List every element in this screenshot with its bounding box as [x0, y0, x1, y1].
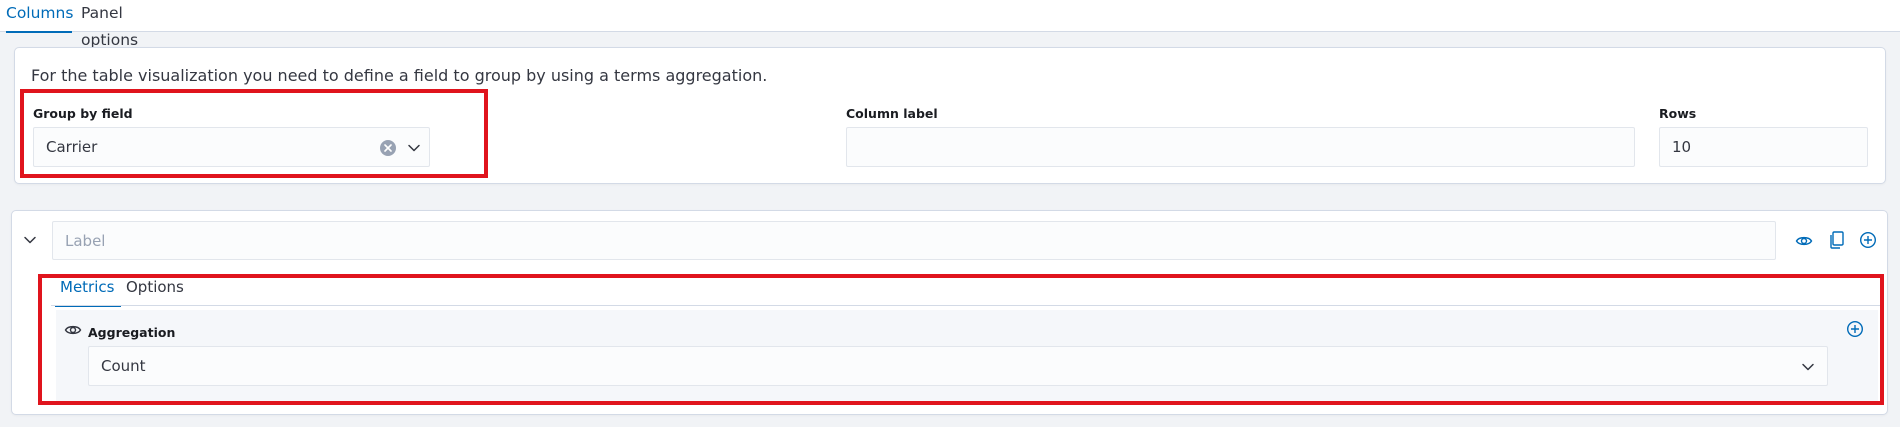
aggregation-select[interactable]: Count	[88, 346, 1828, 386]
column-label-placeholder[interactable]	[65, 231, 1775, 250]
tab-options[interactable]: Options	[126, 276, 184, 306]
clear-icon[interactable]	[380, 140, 396, 156]
help-text: For the table visualization you need to …	[31, 66, 768, 85]
add-aggregation-icon[interactable]	[1844, 318, 1866, 340]
tab-panel-options[interactable]: Panel options	[81, 0, 181, 49]
chevron-down-icon[interactable]	[407, 141, 421, 159]
column-label-field[interactable]	[52, 221, 1776, 260]
subtab-divider	[51, 305, 1880, 306]
tab-metrics[interactable]: Metrics	[54, 276, 122, 307]
aggregation-eye-icon[interactable]	[62, 319, 84, 341]
plus-circle-icon[interactable]	[1857, 229, 1879, 251]
group-by-field-label: Group by field	[33, 106, 133, 121]
top-tab-bar: Columns Panel options	[0, 0, 1900, 49]
eye-icon[interactable]	[1793, 230, 1815, 252]
collapse-chevron-icon[interactable]	[22, 232, 38, 252]
chevron-down-icon[interactable]	[1801, 360, 1815, 378]
aggregation-value: Count	[101, 357, 146, 375]
copy-icon[interactable]	[1826, 229, 1848, 251]
column-label-input[interactable]	[846, 127, 1635, 167]
rows-input[interactable]: 10	[1659, 127, 1868, 167]
column-label-text[interactable]	[859, 138, 1634, 156]
rows-label: Rows	[1659, 106, 1697, 121]
aggregation-label: Aggregation	[88, 325, 176, 340]
tab-columns[interactable]: Columns	[6, 0, 73, 33]
group-by-field-select[interactable]: Carrier	[33, 127, 430, 167]
rows-value: 10	[1672, 138, 1692, 156]
group-by-field-value: Carrier	[46, 138, 98, 156]
column-label-label: Column label	[846, 106, 938, 121]
